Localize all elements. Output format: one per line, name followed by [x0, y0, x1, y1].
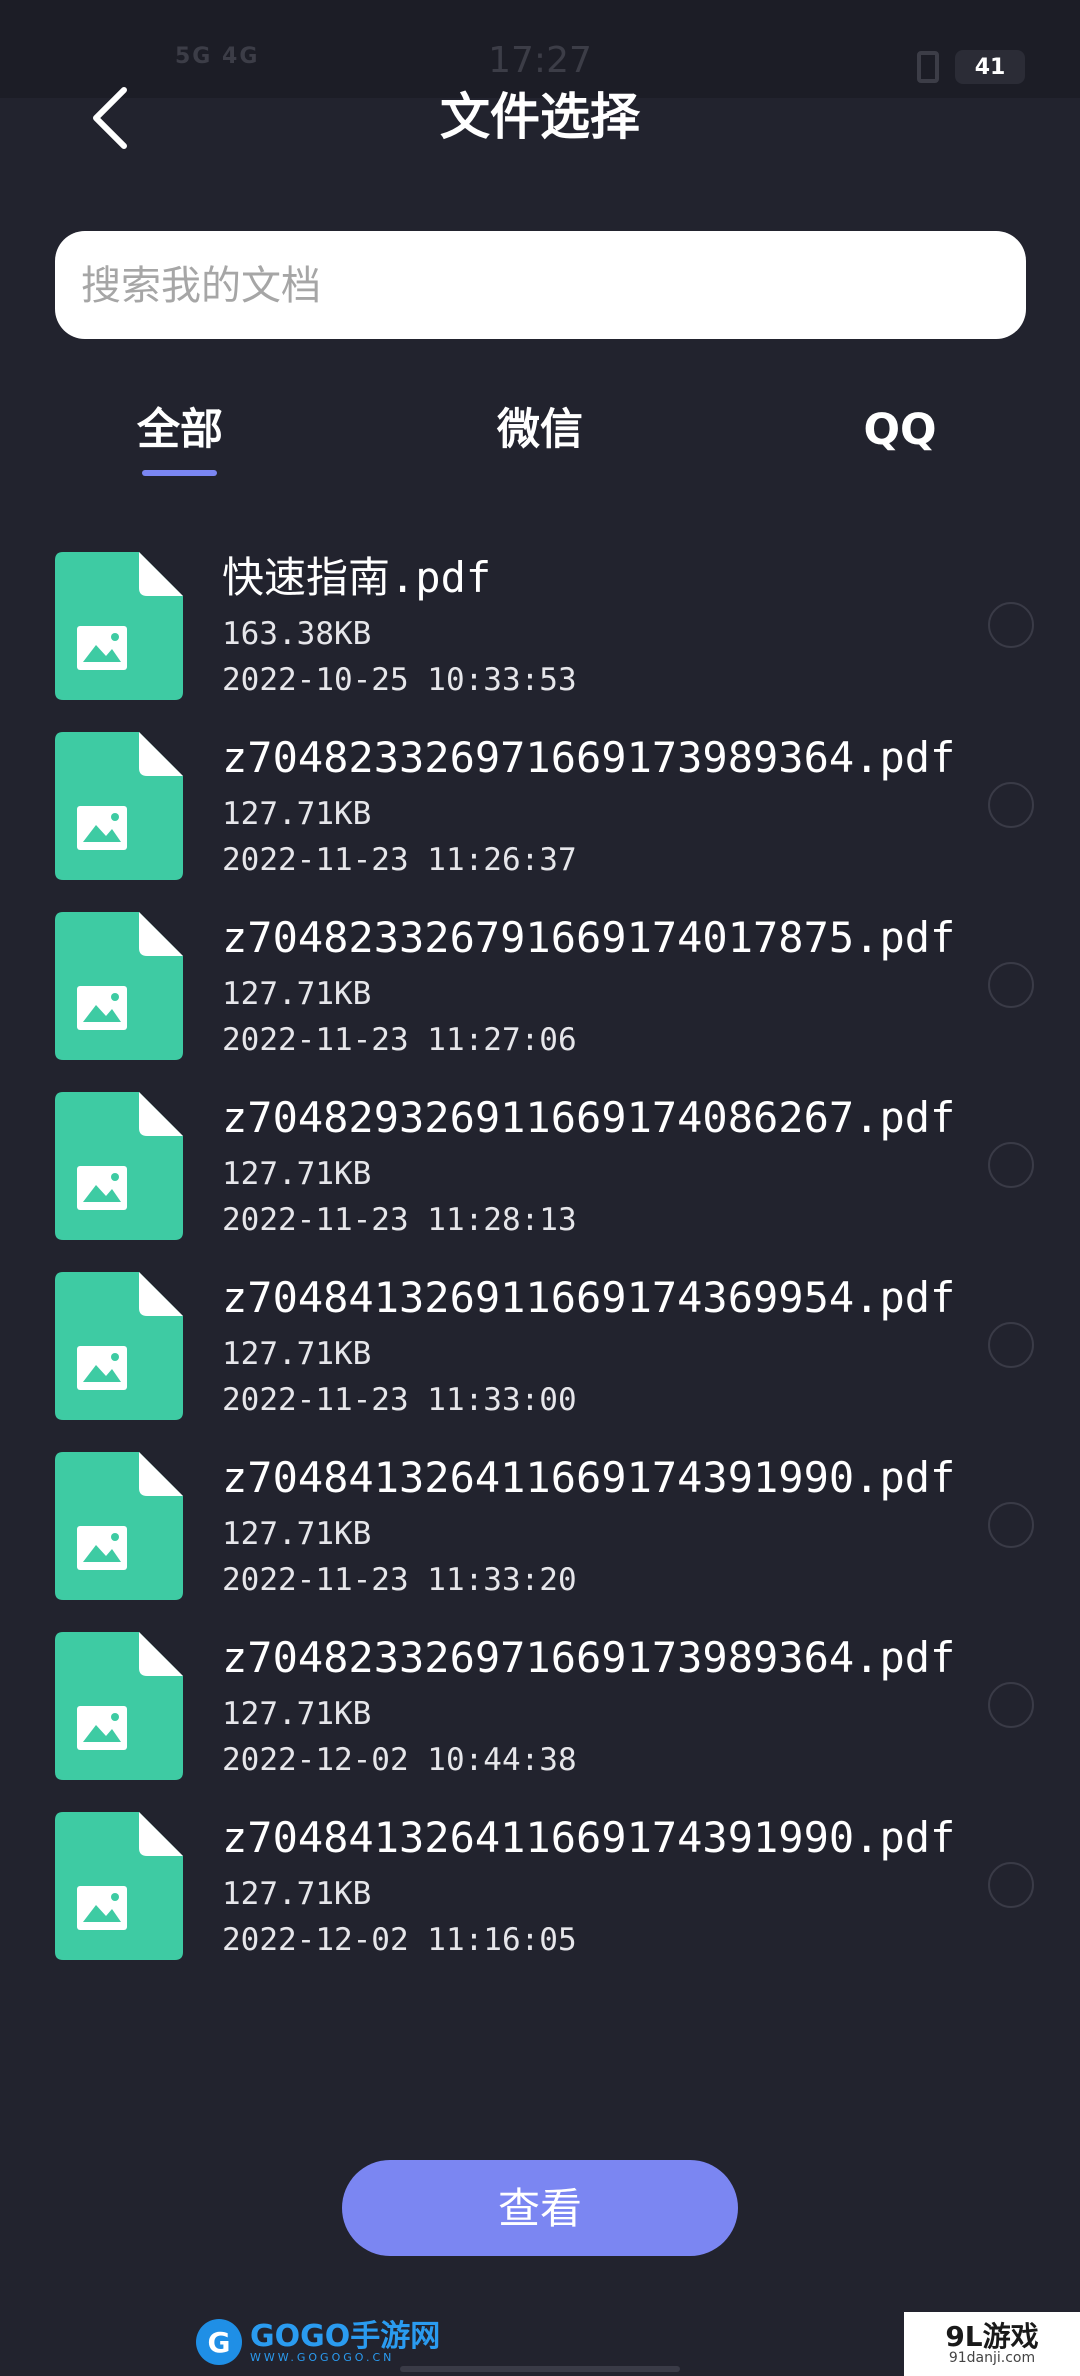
file-date: 2022-12-02 10:44:38 — [222, 1742, 577, 1778]
file-size: 127.71KB — [222, 796, 372, 832]
file-name: z704829326911669174086267.pdf — [222, 1093, 956, 1142]
image-file-icon — [55, 1812, 183, 1960]
file-date: 2022-11-23 11:33:20 — [222, 1562, 577, 1598]
file-date: 2022-12-02 11:16:05 — [222, 1922, 577, 1958]
watermark-91-url: 91danji.com — [948, 2350, 1036, 2367]
file-radio[interactable] — [988, 1502, 1034, 1548]
file-row[interactable]: z704841326911669174369954.pdf 127.71KB 2… — [0, 1270, 1080, 1430]
file-name: z704823326971669173989364.pdf — [222, 1633, 956, 1682]
file-date: 2022-11-23 11:28:13 — [222, 1202, 577, 1238]
image-file-icon — [55, 552, 183, 700]
watermark-gogo-title: GOGO手游网 — [250, 2318, 441, 2354]
watermark-gogo-text: GOGO手游网 WWW.GOGOGO.CN — [250, 2318, 441, 2364]
search-input[interactable] — [79, 231, 1003, 341]
image-file-icon — [55, 1272, 183, 1420]
file-date: 2022-11-23 11:27:06 — [222, 1022, 577, 1058]
file-size: 127.71KB — [222, 1876, 372, 1912]
file-date: 2022-11-23 11:26:37 — [222, 842, 577, 878]
file-row[interactable]: z704823326791669174017875.pdf 127.71KB 2… — [0, 910, 1080, 1070]
file-row[interactable]: 快速指南.pdf 163.38KB 2022-10-25 10:33:53 — [0, 550, 1080, 710]
view-button[interactable]: 查看 — [342, 2160, 738, 2256]
file-row[interactable]: z704841326411669174391990.pdf 127.71KB 2… — [0, 1810, 1080, 1970]
home-indicator[interactable] — [400, 2366, 680, 2372]
file-name: z70482332697166917398936​4.pdf — [222, 733, 956, 782]
file-radio[interactable] — [988, 1862, 1034, 1908]
vibrate-icon — [917, 51, 939, 83]
file-name: 快速指南.pdf — [222, 553, 492, 602]
file-radio[interactable] — [988, 602, 1034, 648]
watermark-gogo: G GOGO手游网 WWW.GOGOGO.CN — [196, 2318, 440, 2366]
file-name: z704841326411669174391990.pdf — [222, 1453, 956, 1502]
image-file-icon — [55, 1632, 183, 1780]
file-size: 127.71KB — [222, 1156, 372, 1192]
file-size: 127.71KB — [222, 976, 372, 1012]
file-name: z704823326791669174017875.pdf — [222, 913, 956, 962]
file-row[interactable]: z704823326971669173989364.pdf 127.71KB 2… — [0, 1630, 1080, 1790]
file-radio[interactable] — [988, 782, 1034, 828]
file-size: 127.71KB — [222, 1336, 372, 1372]
file-date: 2022-11-23 11:33:00 — [222, 1382, 577, 1418]
image-file-icon — [55, 1092, 183, 1240]
tab-qq[interactable]: QQ — [840, 400, 960, 480]
file-size: 127.71KB — [222, 1696, 372, 1732]
file-row[interactable]: z704841326411669174391990.pdf 127.71KB 2… — [0, 1450, 1080, 1610]
file-size: 127.71KB — [222, 1516, 372, 1552]
file-date: 2022-10-25 10:33:53 — [222, 662, 577, 698]
page-title: 文件选择 — [440, 88, 640, 146]
image-file-icon — [55, 912, 183, 1060]
file-radio[interactable] — [988, 962, 1034, 1008]
file-name: z704841326911669174369954.pdf — [222, 1273, 956, 1322]
watermark-91: 9L游戏 91danji.com — [904, 2312, 1080, 2376]
file-row[interactable]: z70482332697166917398936​4.pdf 127.71KB … — [0, 730, 1080, 890]
watermark-91-title: 9L游戏 — [945, 2319, 1039, 2353]
file-radio[interactable] — [988, 1682, 1034, 1728]
image-file-icon — [55, 1452, 183, 1600]
watermark-gogo-url: WWW.GOGOGO.CN — [250, 2350, 395, 2364]
file-row[interactable]: z704829326911669174086267.pdf 127.71KB 2… — [0, 1090, 1080, 1250]
status-right: 41 — [917, 50, 1025, 84]
image-file-icon — [55, 732, 183, 880]
file-radio[interactable] — [988, 1322, 1034, 1368]
tab-indicator — [142, 470, 217, 476]
file-size: 163.38KB — [222, 616, 372, 652]
tab-all[interactable]: 全部 — [118, 400, 242, 480]
tab-wechat[interactable]: 微信 — [478, 400, 602, 480]
file-name: z704841326411669174391990.pdf — [222, 1813, 956, 1862]
file-radio[interactable] — [988, 1142, 1034, 1188]
battery-indicator: 41 — [955, 50, 1025, 84]
search-box[interactable] — [55, 231, 1026, 341]
gogo-logo-icon: G — [196, 2319, 242, 2365]
